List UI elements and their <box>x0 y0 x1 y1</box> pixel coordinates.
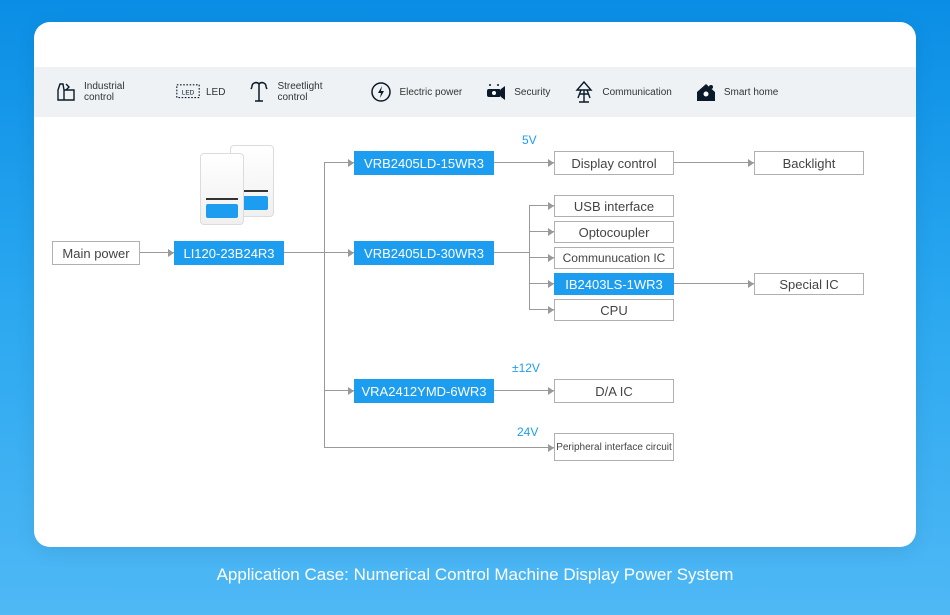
category-label: Communication <box>602 87 671 98</box>
category-label: Smart home <box>724 87 778 98</box>
category-led: LED LED <box>168 80 233 104</box>
svg-text:LED: LED <box>182 89 195 96</box>
category-communication: Communication <box>564 80 679 104</box>
category-label: Electric power <box>399 87 462 98</box>
category-smarthome: Smart home <box>686 80 786 104</box>
node-peripheral: Peripheral interface circuit <box>554 433 674 461</box>
diagram-area: Main power LI120-23B24R3 VRB2405LD-15WR3… <box>34 117 916 547</box>
voltage-label-12v: ±12V <box>512 361 540 375</box>
communication-icon <box>572 80 596 104</box>
node-optocoupler: Optocoupler <box>554 221 674 243</box>
voltage-label-5v: 5V <box>522 133 537 147</box>
node-special-ic: Special IC <box>754 273 864 295</box>
node-main-power: Main power <box>52 241 140 265</box>
card: Industrial control LED LED Streetlight c… <box>34 22 916 547</box>
node-cpu: CPU <box>554 299 674 321</box>
category-security: Security <box>476 80 558 104</box>
category-streetlight: Streetlight control <box>239 80 355 104</box>
smarthome-icon <box>694 80 718 104</box>
voltage-label-24v: 24V <box>517 425 538 439</box>
category-label: Industrial control <box>84 81 154 103</box>
led-icon: LED <box>176 80 200 104</box>
node-ib2403: IB2403LS-1WR3 <box>554 273 674 295</box>
caption: Application Case: Numerical Control Mach… <box>0 565 950 585</box>
node-converter-3: VRA2412YMD-6WR3 <box>354 379 494 403</box>
node-comm-ic: Communucation IC <box>554 247 674 269</box>
node-backlight: Backlight <box>754 151 864 175</box>
node-source: LI120-23B24R3 <box>174 241 284 265</box>
category-industrial: Industrial control <box>46 80 162 104</box>
category-label: Streetlight control <box>277 81 347 103</box>
node-usb: USB interface <box>554 195 674 217</box>
industrial-icon <box>54 80 78 104</box>
category-electric: Electric power <box>361 80 470 104</box>
device-image <box>194 137 284 227</box>
electric-icon <box>369 80 393 104</box>
category-label: Security <box>514 87 550 98</box>
node-converter-2: VRB2405LD-30WR3 <box>354 241 494 265</box>
node-converter-1: VRB2405LD-15WR3 <box>354 151 494 175</box>
node-display-control: Display control <box>554 151 674 175</box>
category-bar: Industrial control LED LED Streetlight c… <box>34 67 916 117</box>
category-label: LED <box>206 87 225 98</box>
node-da-ic: D/A IC <box>554 379 674 403</box>
streetlight-icon <box>247 80 271 104</box>
security-icon <box>484 80 508 104</box>
